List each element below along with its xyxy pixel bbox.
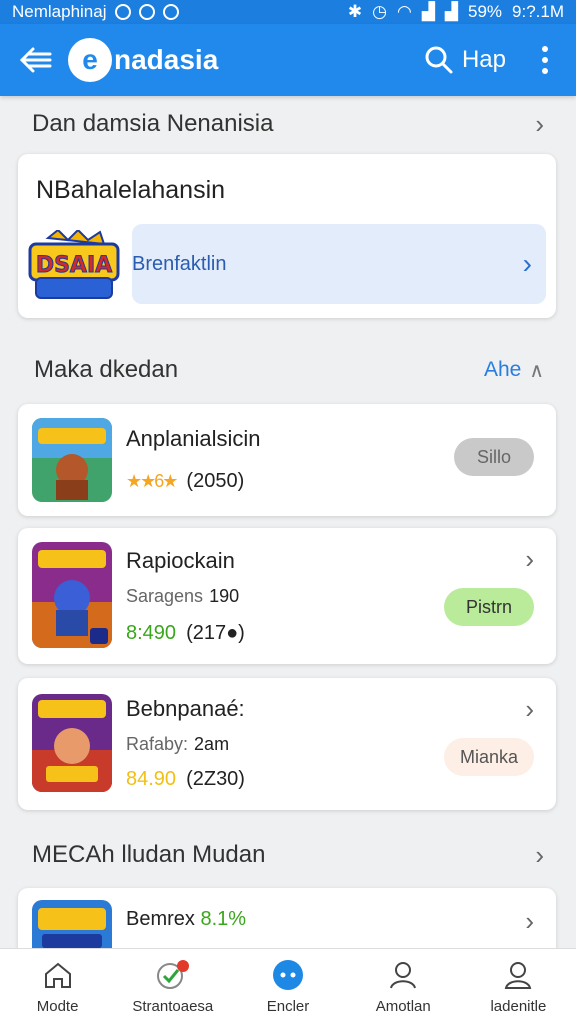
featured-card: NBahalelahansin DSAIA Brenfaktlin › — [18, 154, 556, 318]
alarm-icon: ◷ — [372, 2, 387, 21]
app-sub-value: 2am — [194, 734, 230, 754]
signal-icon: ▟ — [421, 2, 435, 21]
app-price: 84.90 — [126, 768, 177, 790]
featured-game-logo-icon: DSAIA — [28, 228, 120, 302]
nav-item-people[interactable]: Amotlan — [346, 949, 461, 1024]
nav-item-home[interactable]: Modte — [0, 949, 115, 1024]
nav-label: Encler — [266, 998, 310, 1015]
nav-label: Strantoaesa — [132, 998, 214, 1015]
profile-icon — [501, 958, 535, 992]
chat-icon — [271, 958, 305, 992]
clock-label: 9:?.1M — [512, 2, 564, 21]
star-rating-icon: ★★6★ — [126, 471, 178, 491]
featured-title: NBahalelahansin — [36, 176, 226, 204]
chevron-right-icon: › — [535, 839, 544, 870]
section-header-top[interactable]: Dan damsia Nenanisia › — [0, 104, 576, 144]
nav-label: Amotlan — [375, 998, 431, 1015]
section-header-list: Maka dkedan Ahe ∧ — [0, 350, 576, 390]
app-card[interactable]: › Bebnpanaé: Rafaby: 2am 84.90 (2Z30) Mia… — [18, 678, 556, 810]
app-bar: e nadasia Hap — [0, 24, 576, 96]
section-title-top: Dan damsia Nenanisia — [32, 110, 274, 137]
chevron-right-icon: › — [525, 906, 534, 936]
app-name-row: Bemrex 8.1% — [126, 908, 246, 931]
camera-notification-icon — [138, 4, 155, 20]
see-more-link[interactable]: Ahe ∧ — [484, 358, 544, 383]
brand: e nadasia — [68, 38, 218, 82]
rating-count: (217●) — [186, 622, 245, 644]
chevron-right-icon: › — [522, 248, 532, 279]
app-subtitle: Rafaby: 2am — [126, 734, 229, 755]
chevron-right-icon: › — [525, 544, 534, 574]
nav-item-status[interactable]: Strantoaesa — [115, 949, 230, 1024]
battery-label: 59% — [467, 2, 503, 21]
signal-2-icon: ▟ — [444, 2, 458, 21]
search-button[interactable]: Hap — [424, 45, 506, 75]
nav-label: ladenitle — [490, 998, 547, 1015]
chevron-up-icon: ∧ — [529, 359, 544, 382]
app-notification-icon — [162, 4, 179, 20]
section-header-bottom[interactable]: MECAh lludan Mudan › — [0, 834, 576, 876]
chevron-right-icon: › — [525, 694, 534, 724]
app-sub-value: 190 — [209, 586, 240, 606]
brand-logo-icon: e — [68, 38, 112, 82]
buy-button[interactable]: Mianka — [444, 738, 534, 776]
search-icon — [425, 46, 453, 74]
bluetooth-icon: ✱ — [347, 2, 363, 21]
see-more-label: Ahe — [483, 358, 522, 381]
app-card[interactable]: › Rapiockain Saragens 190 8:490 (217●) Pi… — [18, 528, 556, 664]
nav-item-chat[interactable]: Encler — [230, 949, 345, 1024]
app-name: Rapiockain — [126, 548, 235, 573]
carrier-label: Nemlaphinaj — [12, 2, 107, 21]
person-icon — [386, 958, 420, 992]
banner-label: Brenfaktlin — [132, 252, 227, 275]
bottom-nav: Modte Strantoaesa Encler Amotlan ladenit… — [0, 948, 576, 1024]
app-name: Bebnpanaé: — [126, 696, 245, 721]
rating-count: (2050) — [186, 470, 245, 492]
app-name: Anplanialsicin — [126, 426, 261, 451]
app-subtitle: Saragens 190 — [126, 586, 239, 607]
app-icon — [32, 542, 112, 648]
search-label: Hap — [461, 46, 506, 73]
wifi-icon: ◠ — [396, 2, 412, 21]
section-title-list: Maka dkedan — [34, 356, 179, 383]
brand-name: nadasia — [114, 44, 219, 75]
app-icon — [32, 418, 112, 502]
more-vert-icon[interactable] — [530, 40, 560, 80]
get-button[interactable]: Pistrn — [444, 588, 534, 626]
status-bar: Nemlaphinaj ✱ ◷ ◠ ▟ ▟ 59% 9:?.1M — [0, 0, 576, 24]
app-rating: 84.90 (2Z30) — [126, 768, 245, 791]
app-sub-label: Saragens — [126, 586, 204, 606]
app-icon — [32, 694, 112, 792]
app-name: Bemrex — [126, 908, 195, 930]
app-sub-label: Rafaby: — [126, 734, 189, 754]
back-arrow-icon[interactable] — [16, 40, 56, 80]
app-rating: 8:490 (217●) — [126, 622, 245, 645]
notification-icon — [114, 4, 131, 20]
app-price: 8.1% — [200, 908, 247, 930]
check-badge-icon — [156, 958, 190, 992]
rating-count: (2Z30) — [186, 768, 245, 790]
featured-banner[interactable]: Brenfaktlin › — [132, 224, 546, 304]
app-rating: ★★6★ (2050) — [126, 470, 244, 493]
app-price: 8:490 — [126, 622, 177, 644]
install-button[interactable]: Sillo — [454, 438, 534, 476]
home-icon — [41, 958, 75, 992]
nav-item-profile[interactable]: ladenitle — [461, 949, 576, 1024]
svg-text:DSAIA: DSAIA — [36, 253, 112, 278]
chevron-right-icon: › — [535, 108, 544, 139]
nav-label: Modte — [36, 998, 79, 1015]
section-title-bottom: MECAh lludan Mudan — [32, 841, 266, 868]
app-card[interactable]: Anplanialsicin ★★6★ (2050) Sillo — [18, 404, 556, 516]
